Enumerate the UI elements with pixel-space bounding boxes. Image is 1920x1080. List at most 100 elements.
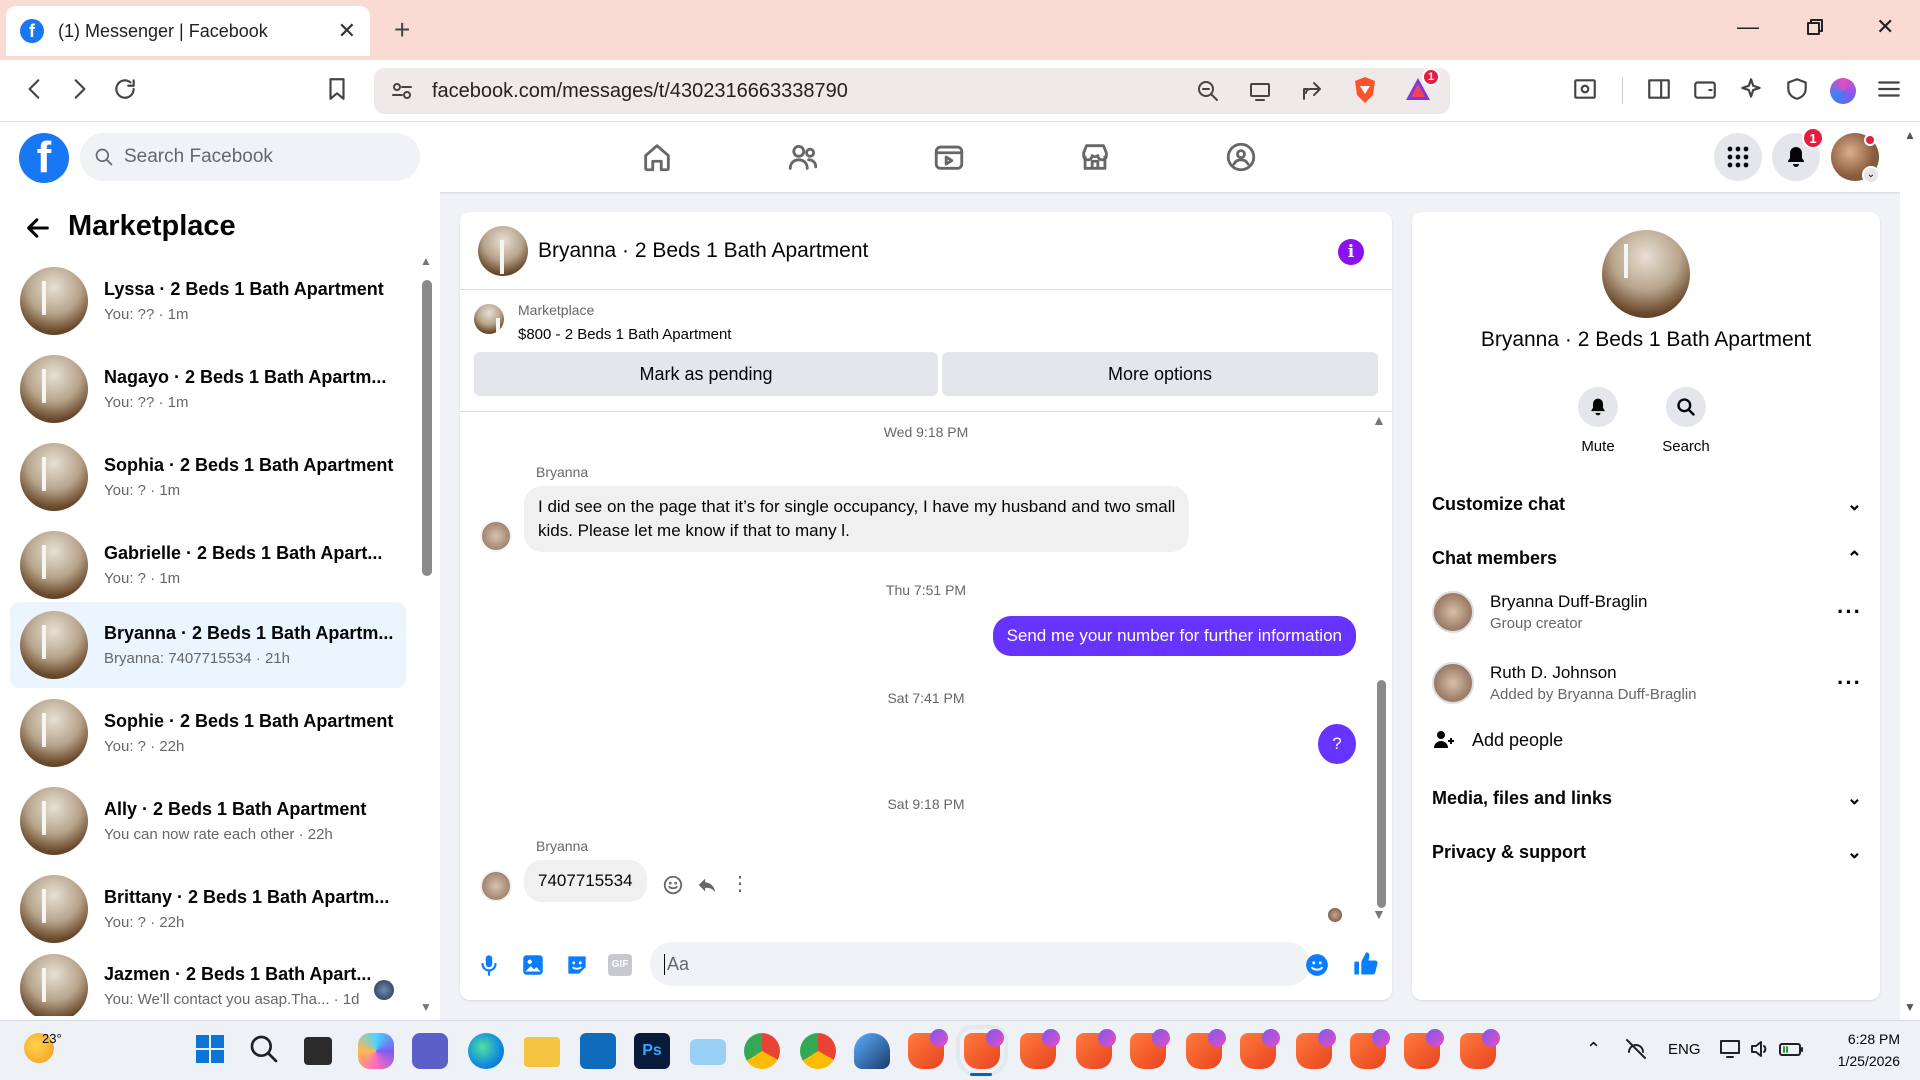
conversation-item[interactable]: Jazmen · 2 Beds 1 Bath Apart... You: We'l… — [10, 954, 406, 1016]
brave-browser-icon[interactable] — [1460, 1029, 1500, 1069]
vpn-icon[interactable] — [1784, 76, 1810, 102]
chrome-icon[interactable] — [744, 1033, 780, 1069]
clock-date[interactable]: 1/25/2026 — [1820, 1053, 1900, 1069]
conversation-item[interactable]: Sophie · 2 Beds 1 Bath Apartment You: ? ·… — [10, 690, 406, 776]
watch-icon[interactable] — [932, 140, 966, 174]
edge-icon[interactable] — [468, 1033, 504, 1069]
brave-browser-icon[interactable] — [1296, 1029, 1336, 1069]
reader-mode-icon[interactable] — [1572, 76, 1598, 102]
restore-icon[interactable] — [1806, 18, 1824, 36]
brave-browser-icon[interactable] — [1350, 1029, 1390, 1069]
facebook-search-input[interactable]: Search Facebook — [80, 133, 420, 181]
home-icon[interactable] — [640, 140, 674, 174]
scroll-up-icon[interactable]: ▲ — [420, 254, 432, 268]
sender-avatar[interactable] — [480, 870, 512, 902]
network-off-icon[interactable] — [1624, 1037, 1648, 1061]
chat-title[interactable]: Bryanna · 2 Beds 1 Bath Apartment — [538, 239, 868, 263]
brave-browser-icon[interactable] — [1186, 1029, 1226, 1069]
outgoing-message[interactable]: Send me your number for further informat… — [992, 616, 1356, 656]
friends-icon[interactable] — [786, 140, 820, 174]
search-chat-button[interactable] — [1666, 387, 1706, 427]
back-icon[interactable] — [22, 76, 48, 102]
mark-pending-button[interactable]: Mark as pending — [474, 352, 938, 396]
bookmark-icon[interactable] — [324, 76, 350, 102]
minimize-icon[interactable]: — — [1737, 14, 1759, 40]
emoji-icon[interactable] — [1304, 952, 1330, 978]
chat-avatar[interactable] — [478, 225, 528, 276]
facebook-logo-icon[interactable]: f — [19, 133, 69, 183]
menu-grid-button[interactable] — [1714, 133, 1762, 181]
sticker-icon[interactable] — [564, 952, 590, 978]
sidebar-icon[interactable] — [1646, 76, 1672, 102]
new-tab-icon[interactable]: + — [394, 14, 410, 46]
photoshop-icon[interactable]: Ps — [634, 1033, 670, 1069]
page-scroll-up-icon[interactable]: ▲ — [1904, 128, 1916, 142]
groups-icon[interactable] — [1224, 140, 1258, 174]
task-view-icon[interactable] — [304, 1037, 332, 1065]
page-scroll-down-icon[interactable]: ▼ — [1904, 1000, 1916, 1014]
photo-icon[interactable] — [520, 952, 546, 978]
thread-scroll-down-icon[interactable]: ▼ — [1372, 906, 1386, 922]
mute-button[interactable] — [1578, 387, 1618, 427]
file-explorer-icon[interactable] — [524, 1037, 560, 1067]
close-tab-icon[interactable]: ✕ — [338, 18, 356, 44]
add-people-row[interactable]: Add people — [1432, 718, 1862, 762]
forward-icon[interactable] — [66, 76, 92, 102]
page-scrollbar[interactable]: ▲ ▼ — [1900, 122, 1920, 1020]
battery-icon[interactable] — [1778, 1037, 1806, 1061]
windows-start-icon[interactable] — [194, 1033, 230, 1069]
listing-title[interactable]: $800 - 2 Beds 1 Bath Apartment — [518, 326, 731, 343]
conversation-item[interactable]: Sophia · 2 Beds 1 Bath Apartment You: ? ·… — [10, 434, 406, 520]
conversation-item[interactable]: Gabrielle · 2 Beds 1 Bath Apart... You: ?… — [10, 522, 406, 608]
app-icon[interactable] — [690, 1039, 726, 1065]
member-item[interactable]: Ruth D. Johnson Added by Bryanna Duff-Bra… — [1432, 655, 1862, 711]
share-icon[interactable] — [1300, 79, 1324, 103]
chat-members-row[interactable]: Chat members ⌃ — [1432, 548, 1862, 569]
outlook-icon[interactable] — [580, 1033, 616, 1069]
app-icon[interactable] — [854, 1033, 890, 1069]
gif-icon[interactable]: GIF — [608, 954, 632, 976]
copilot-icon[interactable] — [358, 1033, 394, 1069]
conversation-item[interactable]: Ally · 2 Beds 1 Bath Apartment You can no… — [10, 778, 406, 864]
brave-browser-icon[interactable] — [1020, 1029, 1060, 1069]
privacy-support-row[interactable]: Privacy & support ⌄ — [1432, 842, 1862, 863]
brave-browser-active-icon[interactable] — [956, 1025, 1008, 1077]
conversation-item[interactable]: Lyssa · 2 Beds 1 Bath Apartment You: ?? ·… — [10, 258, 406, 344]
brave-browser-icon[interactable] — [1404, 1029, 1444, 1069]
site-settings-icon[interactable] — [390, 79, 414, 103]
marketplace-icon[interactable] — [1078, 140, 1112, 174]
media-files-row[interactable]: Media, files and links ⌄ — [1432, 788, 1862, 809]
close-window-icon[interactable]: ✕ — [1876, 14, 1894, 40]
more-options-button[interactable]: More options — [942, 352, 1378, 396]
back-arrow-icon[interactable] — [24, 214, 52, 242]
wallet-icon[interactable] — [1692, 76, 1718, 102]
react-emoji-icon[interactable] — [662, 874, 684, 896]
clock-time[interactable]: 6:28 PM — [1820, 1031, 1900, 1047]
scroll-down-icon[interactable]: ▼ — [420, 1000, 432, 1014]
browser-tab[interactable]: f (1) Messenger | Facebook ✕ — [6, 6, 370, 56]
conversation-item-active[interactable]: Bryanna · 2 Beds 1 Bath Apartm... Bryanna… — [10, 602, 406, 688]
profile-icon[interactable] — [1830, 78, 1856, 104]
leo-ai-icon[interactable] — [1738, 76, 1764, 102]
reply-icon[interactable] — [696, 874, 718, 896]
conversation-item[interactable]: Nagayo · 2 Beds 1 Bath Apartm... You: ?? … — [10, 346, 406, 432]
message-input[interactable]: Aa — [650, 942, 1310, 986]
member-item[interactable]: Bryanna Duff-Braglin Group creator ··· — [1432, 584, 1862, 640]
more-options-icon[interactable]: ··· — [1837, 599, 1862, 625]
volume-icon[interactable] — [1748, 1037, 1772, 1061]
chevron-down-icon[interactable]: ⌄ — [1862, 166, 1880, 184]
incoming-message[interactable]: 7407715534 — [524, 860, 647, 902]
brave-browser-icon[interactable] — [908, 1029, 948, 1069]
brave-shield-icon[interactable] — [1352, 76, 1378, 104]
chevron-up-icon[interactable]: ⌃ — [1586, 1039, 1601, 1060]
outgoing-message[interactable]: ? — [1318, 724, 1356, 764]
search-icon[interactable] — [248, 1033, 284, 1069]
brave-browser-icon[interactable] — [1130, 1029, 1170, 1069]
brave-browser-icon[interactable] — [1076, 1029, 1116, 1069]
reload-icon[interactable] — [112, 76, 138, 102]
display-icon[interactable] — [1718, 1037, 1742, 1061]
more-options-icon[interactable]: ··· — [1837, 670, 1862, 696]
left-scrollbar[interactable] — [422, 280, 432, 576]
address-bar[interactable]: facebook.com/messages/t/4302316663338790… — [374, 68, 1450, 114]
menu-icon[interactable] — [1876, 76, 1902, 102]
